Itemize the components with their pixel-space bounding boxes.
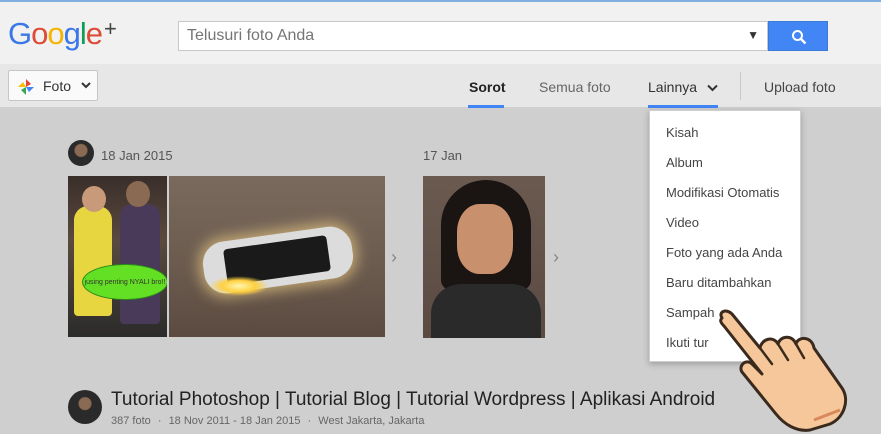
phone-glow [209,276,269,296]
search-button[interactable] [768,21,828,51]
pinwheel-icon [18,79,34,95]
foto-app-switcher-button[interactable]: Foto [8,70,98,101]
person-figure [431,284,541,338]
meta-separator: · [307,415,312,427]
tab-lainnya-label: Lainnya [648,79,698,95]
album-location: West Jakarta, Jakarta [318,415,425,427]
meta-separator: · [157,415,162,427]
group-date: 17 Jan [423,148,463,163]
person-figure [74,206,112,316]
album-meta: 387 foto · 18 Nov 2011 - 18 Jan 2015 · W… [111,415,424,427]
divider [740,72,741,100]
tab-lainnya[interactable]: Lainnya [648,79,718,95]
upload-foto-button[interactable]: Upload foto [764,79,836,95]
menu-item-baru-ditambahkan[interactable]: Baru ditambahkan [666,275,772,290]
menu-item-sampah[interactable]: Sampah [666,305,714,320]
tab-semua-foto[interactable]: Semua foto [539,79,611,95]
photo-thumbnail[interactable] [423,176,545,338]
foto-label: Foto [43,78,72,94]
avatar[interactable] [68,390,102,424]
chevron-right-icon[interactable]: › [391,247,397,268]
album-title[interactable]: Tutorial Photoshop | Tutorial Blog | Tut… [111,389,715,411]
person-face [126,181,150,207]
tab-sorot[interactable]: Sorot [469,79,506,95]
menu-item-video[interactable]: Video [666,215,699,230]
date-range: 18 Nov 2011 - 18 Jan 2015 [168,415,301,427]
menu-item-foto-yang-ada-anda[interactable]: Foto yang ada Anda [666,245,782,260]
avatar[interactable] [68,140,94,166]
google-plus-logo[interactable]: Google+ [8,16,117,52]
chevron-down-icon [81,82,91,89]
person-face [82,186,106,212]
top-header: Google+ ▼ [0,0,881,64]
photo-caption-bubble: jusing penting NYALI bro!! [82,264,167,300]
photos-toolbar: Foto Sorot Semua foto Lainnya Upload fot… [0,64,881,108]
photo-thumbnail[interactable]: jusing penting NYALI bro!! [68,176,167,337]
menu-item-kisah[interactable]: Kisah [666,125,699,140]
chevron-down-icon [707,84,718,92]
person-face [457,204,513,274]
photo-count: 387 foto [111,415,151,427]
menu-item-modifikasi-otomatis[interactable]: Modifikasi Otomatis [666,185,779,200]
menu-item-ikuti-tur[interactable]: Ikuti tur [666,335,709,350]
group-date: 18 Jan 2015 [101,148,173,163]
chevron-right-icon[interactable]: › [553,247,559,268]
menu-item-album[interactable]: Album [666,155,703,170]
search-box[interactable]: ▼ [178,21,768,51]
photo-thumbnail[interactable] [169,176,385,337]
search-input[interactable] [179,22,739,50]
search-icon [792,30,807,45]
chevron-down-icon[interactable]: ▼ [747,28,759,42]
pointing-hand-icon [719,309,847,432]
